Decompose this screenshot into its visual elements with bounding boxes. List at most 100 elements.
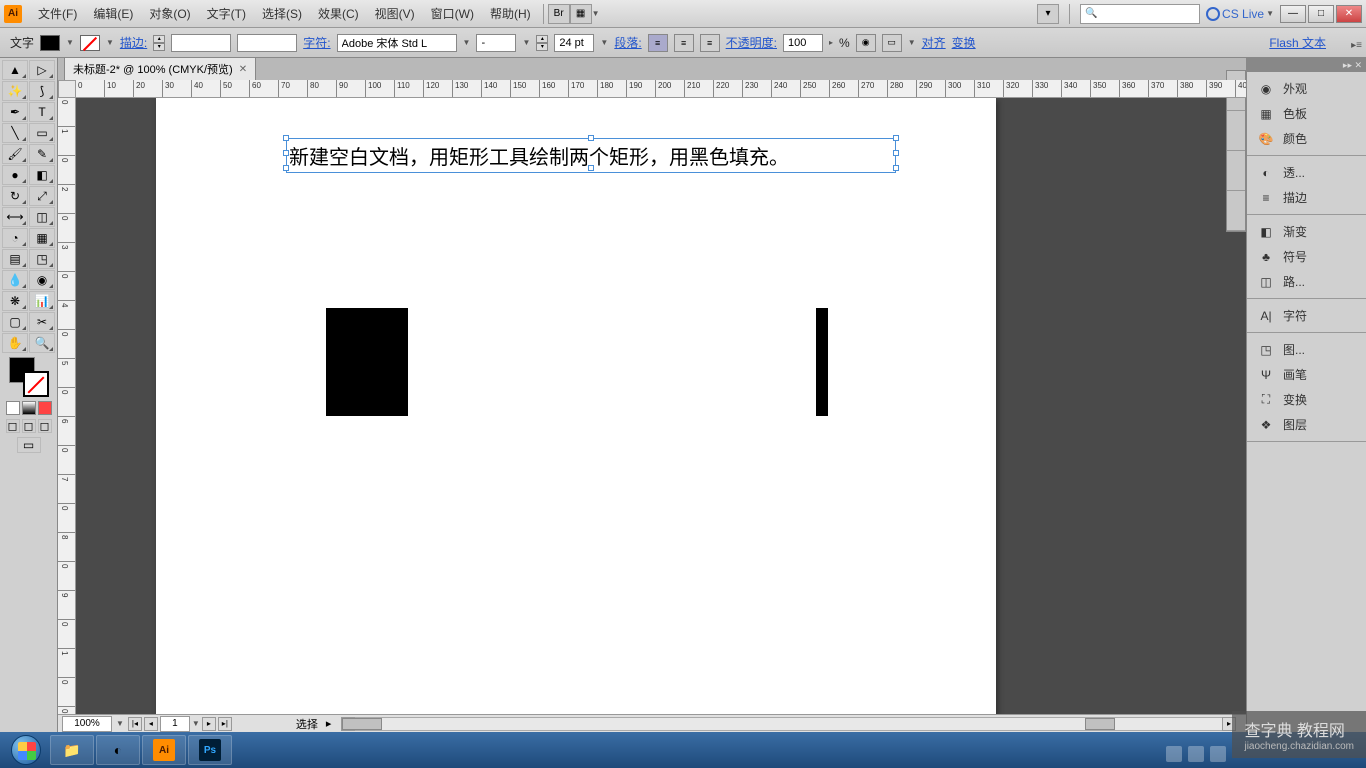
menu-view[interactable]: 视图(V) (367, 1, 423, 26)
selection-handle[interactable] (588, 165, 594, 171)
horizontal-scrollbar[interactable]: ◂ ▸ (341, 717, 1236, 731)
bridge-icon[interactable]: Br (548, 4, 570, 24)
draw-behind[interactable]: ◻ (22, 419, 36, 433)
opacity-input[interactable] (783, 34, 823, 52)
eyedropper-tool[interactable]: 💧 (2, 270, 28, 290)
panel-transform[interactable]: ⛶变换 (1247, 387, 1366, 412)
font-style-input[interactable] (476, 34, 516, 52)
character-link[interactable]: 字符: (303, 34, 330, 51)
search-input[interactable]: 🔍 (1080, 4, 1200, 24)
size-down[interactable]: ▾ (536, 43, 548, 51)
selection-tool[interactable]: ▲ (2, 60, 28, 80)
task-photoshop[interactable]: Ps (188, 735, 232, 765)
stroke-down[interactable]: ▾ (153, 43, 165, 51)
scrollbar-thumb[interactable] (1085, 718, 1115, 730)
panel-swatches[interactable]: ▦色板 (1247, 101, 1366, 126)
workspace-switcher[interactable]: ▾ (1037, 4, 1059, 24)
blob-brush-tool[interactable]: ● (2, 165, 28, 185)
gradient-tool[interactable]: ◳ (29, 249, 55, 269)
panel-character[interactable]: A|字符 (1247, 303, 1366, 328)
font-size-input[interactable] (554, 34, 594, 52)
rectangle-tool[interactable]: ▭ (29, 123, 55, 143)
paragraph-link[interactable]: 段落: (614, 34, 641, 51)
selection-handle[interactable] (893, 135, 899, 141)
width-tool[interactable]: ⟷ (2, 207, 28, 227)
task-explorer[interactable]: 📁 (50, 735, 94, 765)
panel-symbols[interactable]: ♣符号 (1247, 244, 1366, 269)
maximize-button[interactable]: □ (1308, 5, 1334, 23)
panel-appearance[interactable]: ◉外观 (1247, 76, 1366, 101)
zoom-tool[interactable]: 🔍 (29, 333, 55, 353)
stroke-weight-input[interactable] (171, 34, 231, 52)
document-tab[interactable]: 未标题-2* @ 100% (CMYK/预览) ✕ (64, 57, 256, 80)
close-button[interactable]: ✕ (1336, 5, 1362, 23)
black-rectangle-2[interactable] (816, 308, 828, 416)
status-menu-icon[interactable]: ▸ (326, 717, 332, 730)
menu-file[interactable]: 文件(F) (30, 1, 85, 26)
magic-wand-tool[interactable]: ✨ (2, 81, 28, 101)
vertical-ruler[interactable]: 0102030405060708090100110120 (58, 98, 76, 714)
lasso-tool[interactable]: ⟆ (29, 81, 55, 101)
fill-stroke-indicator[interactable] (9, 357, 49, 397)
tray-icon[interactable] (1166, 746, 1182, 762)
menu-help[interactable]: 帮助(H) (482, 1, 539, 26)
align-left-button[interactable]: ≡ (648, 34, 668, 52)
align-right-button[interactable]: ≡ (700, 34, 720, 52)
collapsed-panel[interactable] (1227, 111, 1245, 151)
pencil-tool[interactable]: ✎ (29, 144, 55, 164)
mesh-tool[interactable]: ▤ (2, 249, 28, 269)
profile-input[interactable] (237, 34, 297, 52)
panel-stroke[interactable]: ≡描边 (1247, 185, 1366, 210)
page-input[interactable] (160, 716, 190, 732)
prev-page-button[interactable]: ◂ (144, 717, 158, 731)
fill-swatch[interactable] (40, 35, 60, 51)
stroke-link[interactable]: 描边: (120, 34, 147, 51)
menu-object[interactable]: 对象(O) (141, 1, 198, 26)
screen-mode[interactable]: ▭ (17, 437, 41, 453)
menu-edit[interactable]: 编辑(E) (85, 1, 141, 26)
panel-layers[interactable]: ❖图层 (1247, 412, 1366, 437)
envelope-button[interactable]: ▭ (882, 34, 902, 52)
transform-panel-link[interactable]: 变换 (952, 34, 976, 51)
line-tool[interactable]: ╲ (2, 123, 28, 143)
color-mode-none[interactable] (38, 401, 52, 415)
hand-tool[interactable]: ✋ (2, 333, 28, 353)
zoom-input[interactable] (62, 716, 112, 732)
minimize-button[interactable]: — (1280, 5, 1306, 23)
task-app[interactable]: ◐ (96, 735, 140, 765)
canvas[interactable]: 新建空白文档，用矩形工具绘制两个矩形，用黑色填充。 (76, 98, 1246, 714)
panel-brushes[interactable]: Ψ画笔 (1247, 362, 1366, 387)
stroke-color-icon[interactable] (23, 371, 49, 397)
color-mode-gradient[interactable] (22, 401, 36, 415)
paintbrush-tool[interactable]: 🖌 (2, 144, 28, 164)
panel-collapse-bar[interactable]: ▸▸ ✕ (1247, 58, 1366, 72)
last-page-button[interactable]: ▸| (218, 717, 232, 731)
eraser-tool[interactable]: ◧ (29, 165, 55, 185)
black-rectangle-1[interactable] (326, 308, 408, 416)
stroke-up[interactable]: ▴ (153, 35, 165, 43)
draw-normal[interactable]: ◻ (6, 419, 20, 433)
menu-type[interactable]: 文字(T) (199, 1, 254, 26)
type-tool[interactable]: T (29, 102, 55, 122)
rotate-tool[interactable]: ↻ (2, 186, 28, 206)
scrollbar-thumb[interactable] (342, 718, 382, 730)
task-illustrator[interactable]: Ai (142, 735, 186, 765)
selection-handle[interactable] (283, 150, 289, 156)
direct-selection-tool[interactable]: ▷ (29, 60, 55, 80)
size-up[interactable]: ▴ (536, 35, 548, 43)
chevron-down-icon[interactable]: ▼ (592, 9, 600, 18)
recolor-button[interactable]: ◉ (856, 34, 876, 52)
cs-live-button[interactable]: CS Live ▼ (1206, 7, 1274, 21)
panel-graphic-styles2[interactable]: ◳图... (1247, 337, 1366, 362)
menu-window[interactable]: 窗口(W) (423, 1, 482, 26)
opacity-link[interactable]: 不透明度: (726, 34, 777, 51)
perspective-tool[interactable]: ▦ (29, 228, 55, 248)
selection-handle[interactable] (588, 135, 594, 141)
selection-handle[interactable] (893, 165, 899, 171)
font-family-input[interactable] (337, 34, 457, 52)
start-button[interactable] (4, 734, 48, 766)
panel-transparency[interactable]: ◐透... (1247, 160, 1366, 185)
selection-handle[interactable] (283, 165, 289, 171)
selection-handle[interactable] (893, 150, 899, 156)
artboard-tool[interactable]: ▢ (2, 312, 28, 332)
